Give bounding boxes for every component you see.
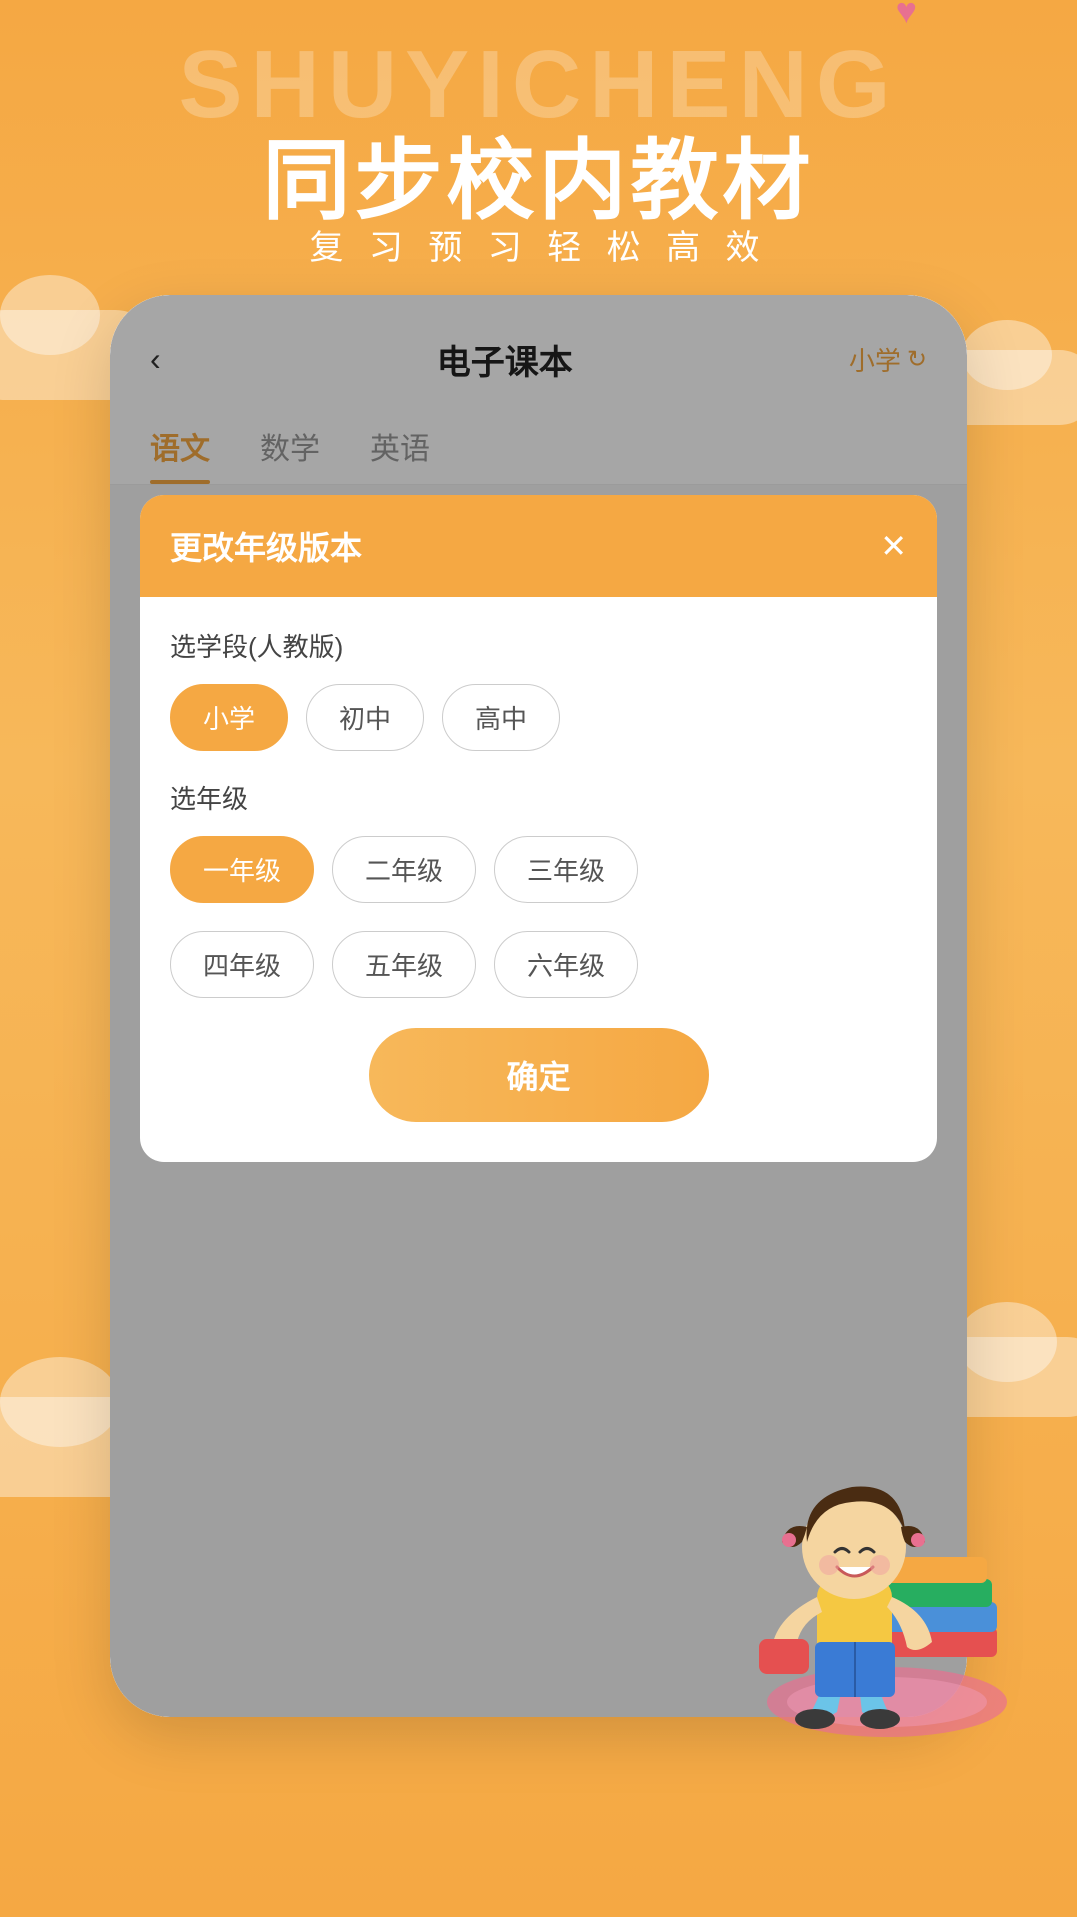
grade-5[interactable]: 五年级 xyxy=(332,931,476,998)
grade-6[interactable]: 六年级 xyxy=(494,931,638,998)
modal-header: 更改年级版本 ✕ xyxy=(140,495,937,597)
heart-icon: ♥ xyxy=(896,0,917,32)
modal-close-button[interactable]: ✕ xyxy=(880,527,907,565)
school-section-middle[interactable]: 初中 xyxy=(306,684,424,751)
modal-title: 更改年级版本 xyxy=(170,523,362,569)
school-section-label: 选学段(人教版) xyxy=(170,627,907,664)
grade-options-row2: 四年级 五年级 六年级 xyxy=(170,931,907,998)
grade-1[interactable]: 一年级 xyxy=(170,836,314,903)
character-illustration xyxy=(677,1347,1017,1767)
grade-options-row1: 一年级 二年级 三年级 xyxy=(170,836,907,903)
modal-body: 选学段(人教版) 小学 初中 高中 选年级 一年级 二年级 三年级 四年级 五年… xyxy=(140,597,937,1162)
school-section-primary[interactable]: 小学 xyxy=(170,684,288,751)
school-section-high[interactable]: 高中 xyxy=(442,684,560,751)
hero-title: 同步校内教材 xyxy=(0,110,1077,237)
grade-4[interactable]: 四年级 xyxy=(170,931,314,998)
school-section-options: 小学 初中 高中 xyxy=(170,684,907,751)
hero-subtitle: 复 习 预 习 轻 松 高 效 xyxy=(0,220,1077,269)
grade-3[interactable]: 三年级 xyxy=(494,836,638,903)
grade-label: 选年级 xyxy=(170,779,907,816)
confirm-button[interactable]: 确定 xyxy=(369,1028,709,1122)
grade-2[interactable]: 二年级 xyxy=(332,836,476,903)
grade-modal: 更改年级版本 ✕ 选学段(人教版) 小学 初中 高中 选年级 一年级 二年级 三… xyxy=(140,495,937,1162)
